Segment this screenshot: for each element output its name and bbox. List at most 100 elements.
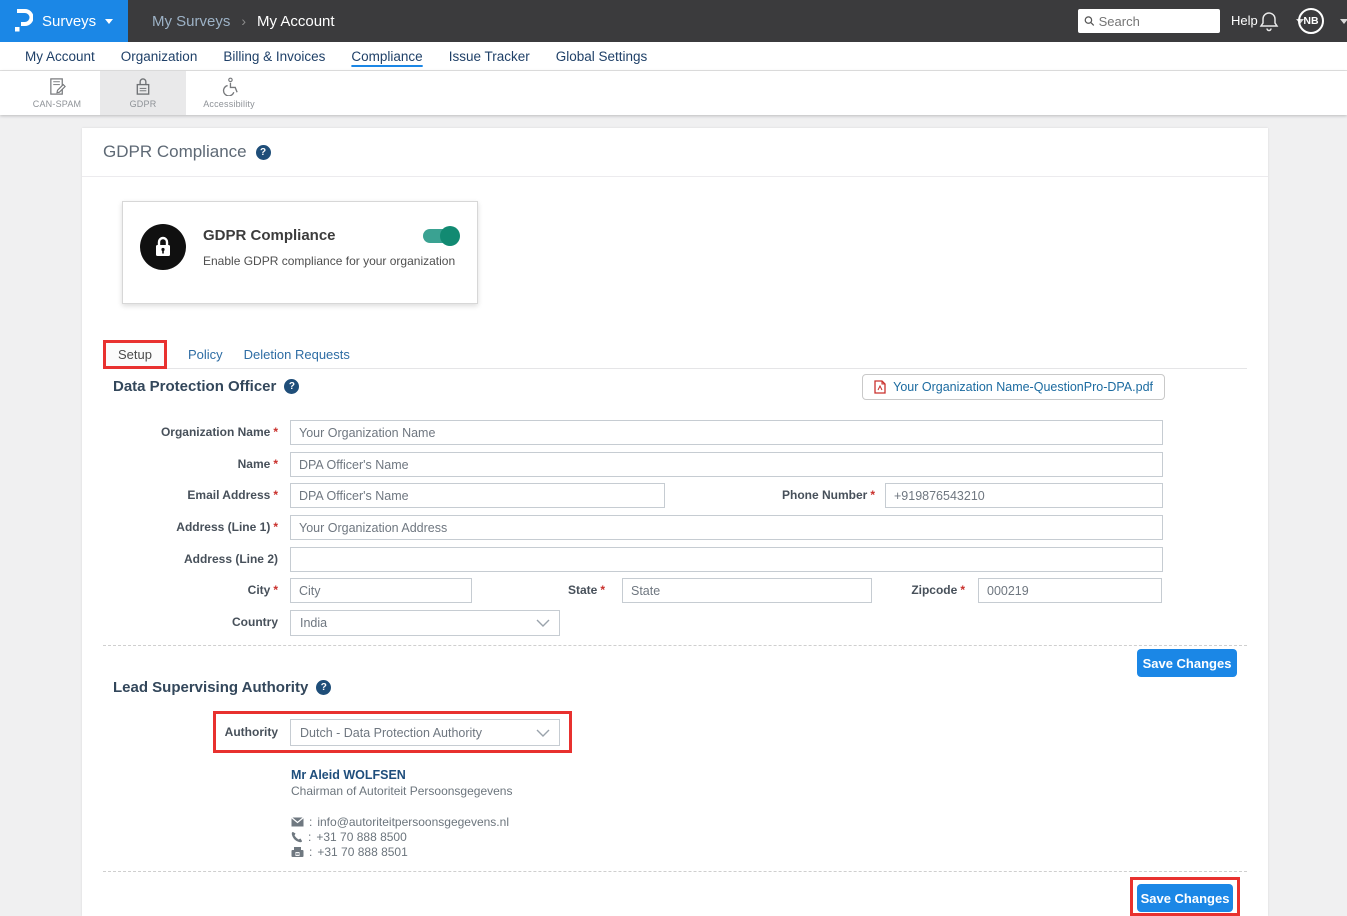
tab-gdpr-label: GDPR — [130, 99, 157, 109]
envelope-icon — [291, 817, 304, 827]
tab-accessibility[interactable]: Accessibility — [186, 71, 272, 115]
nav-global-settings[interactable]: Global Settings — [543, 49, 661, 64]
breadcrumb: My Surveys › My Account — [152, 0, 335, 42]
gdpr-toggle-card: GDPR Compliance Enable GDPR compliance f… — [122, 201, 478, 304]
accessibility-wheelchair-icon — [220, 77, 239, 96]
label-organization-name: Organization Name* — [82, 420, 278, 445]
authority-contact-name: Mr Aleid WOLFSEN — [291, 768, 406, 782]
padlock-icon — [134, 77, 152, 96]
label-name: Name* — [82, 452, 278, 477]
toggle-knob — [440, 226, 460, 246]
gdpr-card-description: Enable GDPR compliance for your organiza… — [203, 254, 455, 268]
dpo-save-changes-button[interactable]: Save Changes — [1137, 649, 1237, 677]
tab-deletion-requests[interactable]: Deletion Requests — [244, 347, 350, 362]
section-divider — [103, 645, 1247, 646]
compliance-icon-tabs: CAN-SPAM GDPR Accessibility — [0, 71, 1347, 115]
nav-organization[interactable]: Organization — [108, 49, 211, 64]
authority-phone-row: : +31 70 888 8500 — [291, 829, 407, 844]
lsa-save-changes-button[interactable]: Save Changes — [1137, 884, 1233, 912]
product-name: Surveys — [42, 13, 96, 30]
country-select-value: India — [300, 616, 327, 630]
breadcrumb-separator-icon: › — [241, 13, 246, 29]
tab-setup[interactable]: Setup — [103, 340, 167, 369]
search-box[interactable] — [1078, 9, 1220, 33]
city-field[interactable] — [290, 578, 472, 603]
lock-badge — [140, 224, 186, 270]
breadcrumb-my-surveys[interactable]: My Surveys — [152, 13, 230, 30]
tab-can-spam-label: CAN-SPAM — [33, 99, 81, 109]
account-menu-caret-icon[interactable] — [1340, 19, 1347, 24]
email-address-field[interactable] — [290, 483, 665, 508]
authority-select-value: Dutch - Data Protection Authority — [300, 726, 482, 740]
avatar-initials: NB — [1303, 15, 1318, 27]
tab-gdpr[interactable]: GDPR — [100, 71, 186, 115]
gdpr-enable-toggle[interactable] — [423, 229, 459, 243]
notifications-bell-icon[interactable] — [1258, 10, 1280, 32]
lock-icon — [152, 235, 174, 259]
tab-accessibility-label: Accessibility — [203, 99, 255, 109]
search-icon — [1084, 15, 1095, 27]
account-nav: My Account Organization Billing & Invoic… — [0, 42, 1347, 71]
tab-policy[interactable]: Policy — [188, 347, 223, 362]
lsa-section-heading: Lead Supervising Authority — [113, 679, 331, 696]
fax-icon — [291, 846, 304, 858]
panel-title-bar: GDPR Compliance — [82, 128, 1268, 177]
nav-my-account[interactable]: My Account — [12, 49, 108, 64]
phone-icon — [291, 831, 303, 843]
page-title-help-icon[interactable] — [256, 145, 271, 160]
product-switcher[interactable]: Surveys — [0, 0, 128, 42]
label-zipcode: Zipcode* — [860, 578, 965, 603]
chevron-down-icon — [105, 19, 113, 24]
pdf-file-icon — [874, 380, 886, 394]
authority-email: info@autoriteitpersoonsgegevens.nl — [317, 815, 509, 829]
breadcrumb-my-account: My Account — [257, 13, 335, 30]
authority-phone: +31 70 888 8500 — [316, 830, 406, 844]
country-select[interactable]: India — [290, 610, 560, 636]
nav-billing-invoices[interactable]: Billing & Invoices — [210, 49, 338, 64]
dpa-pdf-filename: Your Organization Name-QuestionPro-DPA.p… — [893, 380, 1153, 394]
label-address-line2: Address (Line 2) — [82, 547, 278, 572]
top-bar: Surveys My Surveys › My Account Help NB — [0, 0, 1347, 42]
section-divider — [103, 871, 1247, 872]
label-country: Country — [82, 610, 278, 635]
authority-fax-row: : +31 70 888 8501 — [291, 844, 408, 859]
nav-issue-tracker[interactable]: Issue Tracker — [436, 49, 543, 64]
label-authority: Authority — [82, 719, 278, 746]
dpo-section-heading: Data Protection Officer — [113, 378, 299, 395]
document-pencil-icon — [48, 77, 67, 96]
gdpr-card-title: GDPR Compliance — [203, 227, 336, 244]
dpo-name-field[interactable] — [290, 452, 1163, 477]
address-line2-field[interactable] — [290, 547, 1163, 572]
authority-email-row: : info@autoriteitpersoonsgegevens.nl — [291, 814, 509, 829]
search-input[interactable] — [1099, 14, 1214, 29]
contact-separator: : — [309, 845, 312, 859]
help-link[interactable]: Help — [1231, 0, 1258, 42]
dpo-heading-text: Data Protection Officer — [113, 378, 276, 395]
gdpr-sub-tabs: Setup Policy Deletion Requests — [103, 340, 1247, 369]
page-title: GDPR Compliance — [103, 142, 247, 162]
label-address-line1: Address (Line 1)* — [82, 515, 278, 540]
authority-contact-title: Chairman of Autoriteit Persoonsgegevens — [291, 784, 512, 798]
authority-select[interactable]: Dutch - Data Protection Authority — [290, 719, 560, 746]
authority-fax: +31 70 888 8501 — [317, 845, 407, 859]
contact-separator: : — [308, 830, 311, 844]
lsa-heading-text: Lead Supervising Authority — [113, 679, 308, 696]
zipcode-field[interactable] — [978, 578, 1162, 603]
organization-name-field[interactable] — [290, 420, 1163, 445]
user-avatar[interactable]: NB — [1298, 8, 1324, 34]
label-email-address: Email Address* — [82, 483, 278, 508]
label-city: City* — [82, 578, 278, 603]
address-line1-field[interactable] — [290, 515, 1163, 540]
phone-number-field[interactable] — [885, 483, 1163, 508]
state-field[interactable] — [622, 578, 872, 603]
contact-separator: : — [309, 815, 312, 829]
questionpro-logo — [13, 8, 33, 34]
chevron-down-icon — [536, 619, 550, 627]
label-phone-number: Phone Number* — [682, 483, 875, 508]
lsa-help-icon[interactable] — [316, 680, 331, 695]
nav-compliance[interactable]: Compliance — [338, 49, 435, 64]
dpo-help-icon[interactable] — [284, 379, 299, 394]
label-state: State* — [502, 578, 605, 603]
dpa-pdf-button[interactable]: Your Organization Name-QuestionPro-DPA.p… — [862, 374, 1165, 400]
tab-can-spam[interactable]: CAN-SPAM — [14, 71, 100, 115]
